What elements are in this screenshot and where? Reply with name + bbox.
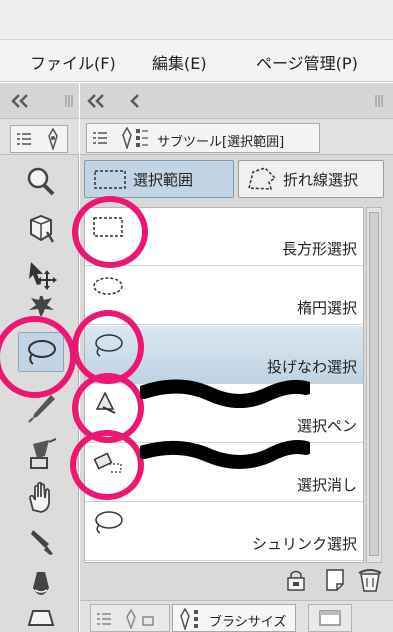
subtool-label: シュリンク選択 xyxy=(251,535,357,553)
rectangle-marquee-icon xyxy=(94,170,126,189)
magnifier-icon xyxy=(27,167,55,196)
subtool-panel-header xyxy=(80,83,393,119)
list-menu-icon xyxy=(97,613,111,625)
brush-size-group-icon xyxy=(180,608,198,630)
subtab-selection-area[interactable]: 選択範囲 xyxy=(84,160,234,198)
pen-nib-icon xyxy=(48,128,58,150)
polyline-marquee-icon xyxy=(248,167,277,190)
brush-size-panel-tabs: ブラシサイズ xyxy=(80,600,393,632)
menu-page-management[interactable]: ページ管理(P) xyxy=(256,50,358,74)
fountain-pen-icon xyxy=(31,530,53,555)
tab-tool[interactable] xyxy=(10,125,68,153)
tab-brush-size[interactable]: ブラシサイズ xyxy=(172,604,296,632)
menu-bar: ファイル(F) 編集(E) ページ管理(P) xyxy=(0,40,393,82)
chevron-left-icon[interactable] xyxy=(130,93,140,109)
list-menu-icon xyxy=(93,132,107,144)
hand-tool-button[interactable] xyxy=(18,478,64,518)
move-layer-tool-button[interactable] xyxy=(18,254,64,294)
eraser-tool-button[interactable] xyxy=(18,610,64,632)
subtab-polyline-selection[interactable]: 折れ線選択 xyxy=(238,160,384,198)
magic-wand-icon xyxy=(29,296,54,316)
subtab-label: 選択範囲 xyxy=(133,170,194,189)
pen-tool-button[interactable] xyxy=(18,434,64,474)
subtool-actions xyxy=(280,566,388,594)
subtool-label: 長方形選択 xyxy=(281,240,357,258)
copy-subtool-icon[interactable] xyxy=(324,568,346,592)
menu-file[interactable]: ファイル(F) xyxy=(30,50,116,74)
subtool-tab-title: サブツール[選択範囲] xyxy=(157,135,285,150)
drag-grip-icon[interactable] xyxy=(374,93,384,109)
cube-select-icon xyxy=(30,214,55,243)
tab-subtool[interactable]: サブツール[選択範囲] xyxy=(86,123,320,153)
subtool-list-scrollbar[interactable] xyxy=(366,207,382,563)
highlight-circle-rectangle xyxy=(72,196,148,268)
airbrush-tool-button[interactable] xyxy=(18,566,64,606)
subtool-label: 楕円選択 xyxy=(296,299,357,317)
auto-select-tool-button[interactable] xyxy=(18,296,64,316)
scroll-thumb[interactable] xyxy=(369,212,379,556)
highlight-circle-selection-eraser xyxy=(70,430,144,500)
brush-size-tab-title: ブラシサイズ xyxy=(209,615,287,630)
hand-icon xyxy=(29,481,50,513)
subtool-group-icon xyxy=(122,127,148,149)
subtab-label: 折れ線選択 xyxy=(283,170,359,189)
subtool-panel-tabs: サブツール[選択範囲] xyxy=(80,119,393,155)
lock-settings-icon[interactable] xyxy=(284,568,308,592)
shrink-lasso-icon xyxy=(95,511,123,534)
eraser-icon xyxy=(27,610,55,626)
navigator-icon xyxy=(319,610,341,626)
trash-icon[interactable] xyxy=(358,567,382,593)
brush-tip-icon xyxy=(33,572,49,595)
ellipse-marquee-icon xyxy=(93,277,123,295)
tab-navigator[interactable] xyxy=(308,604,352,632)
tab-inactive[interactable] xyxy=(90,604,170,632)
list-item[interactable]: シュリンク選択 xyxy=(85,503,363,561)
list-menu-icon xyxy=(17,133,31,145)
title-bar xyxy=(0,0,393,40)
collapse-left-icon[interactable] xyxy=(86,93,106,109)
brush-tool-button[interactable] xyxy=(18,522,64,562)
redaction-scribble xyxy=(140,440,310,469)
move-arrows-icon xyxy=(29,262,57,290)
subtool-label: 投げなわ選択 xyxy=(266,358,357,376)
tool-palette-tabs xyxy=(0,119,79,155)
collapse-left-icon[interactable] xyxy=(10,93,30,109)
menu-edit[interactable]: 編集(E) xyxy=(152,50,207,74)
ink-pot-pen-icon xyxy=(30,438,57,469)
tool-palette-header xyxy=(0,83,79,119)
subtool-group-tabs: 選択範囲 折れ線選択 xyxy=(80,155,393,205)
zoom-tool-button[interactable] xyxy=(18,162,64,202)
drag-grip-icon[interactable] xyxy=(64,93,74,109)
redaction-scribble xyxy=(140,379,310,408)
tool-property-icon xyxy=(126,609,154,629)
operation-tool-button[interactable] xyxy=(18,208,64,248)
